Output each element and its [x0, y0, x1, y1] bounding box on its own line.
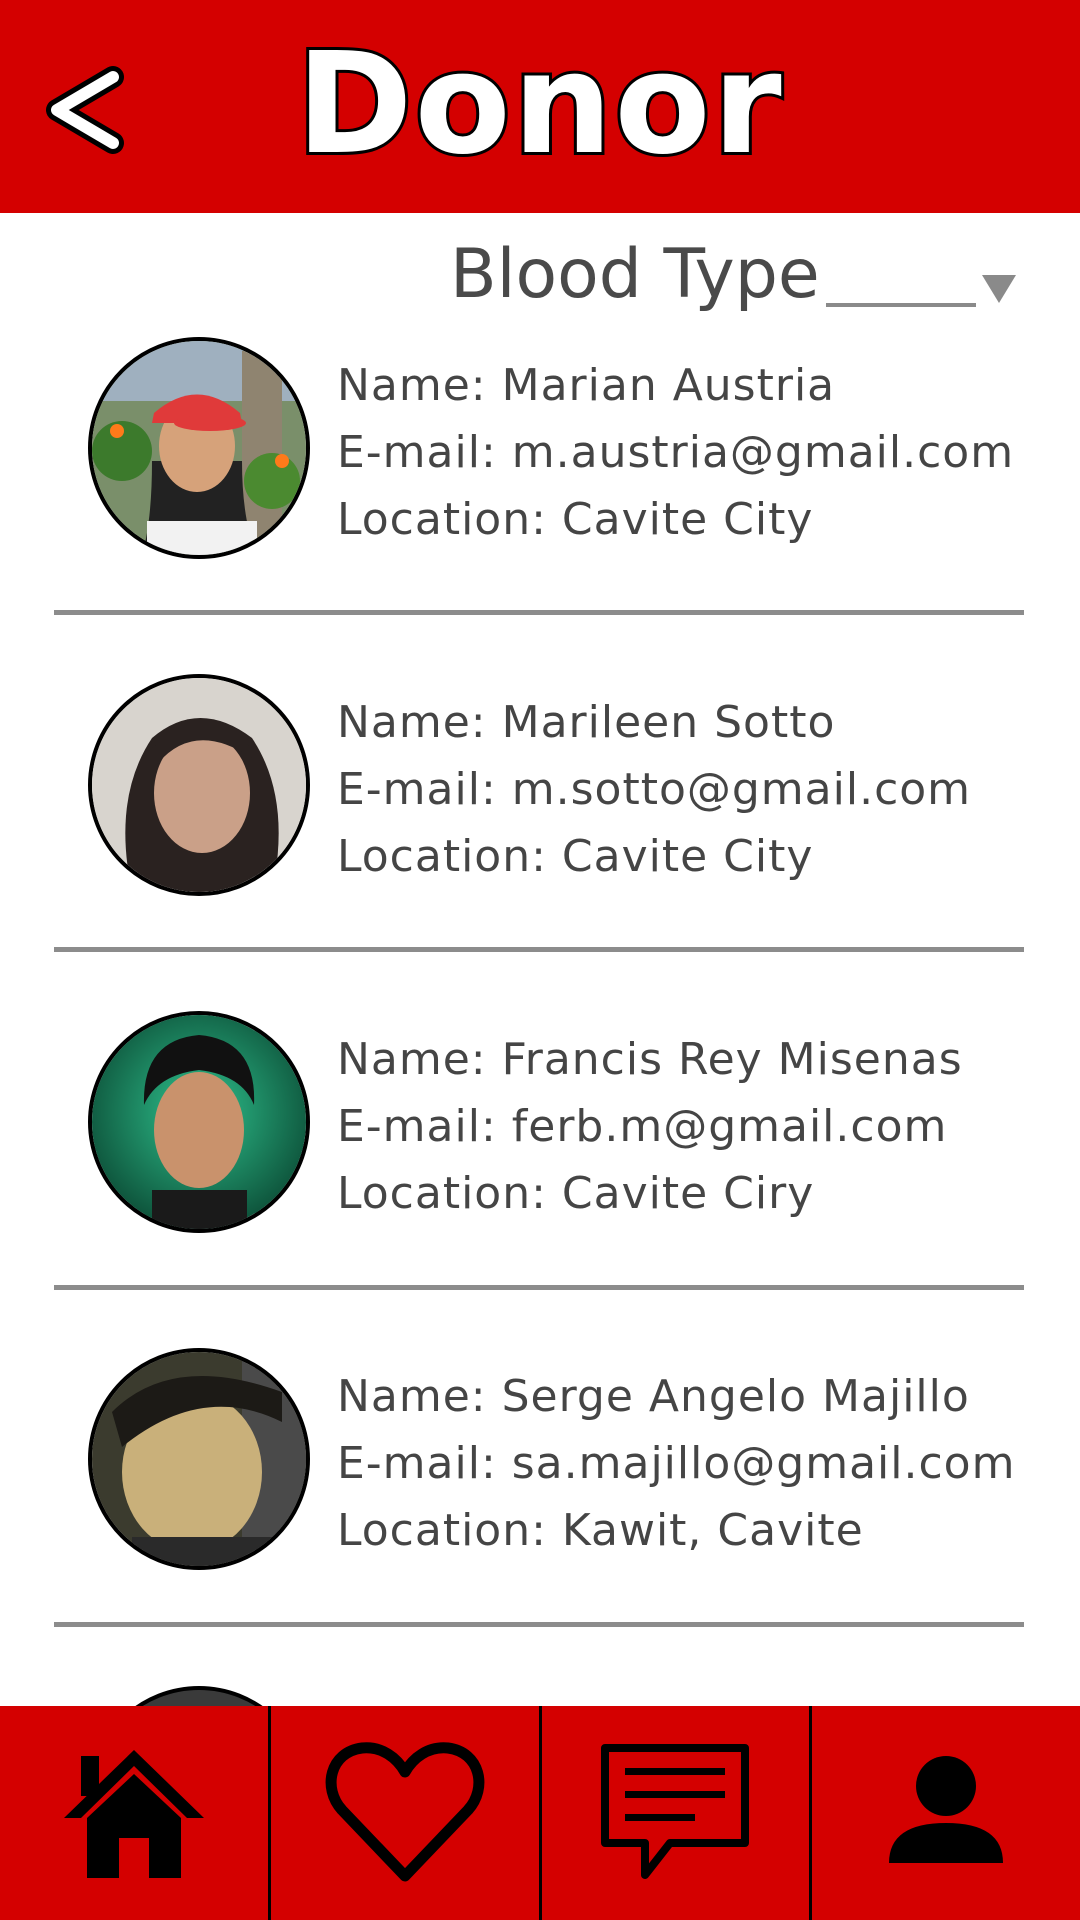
- donor-name: Name: Francis Rey Misenas: [337, 1034, 963, 1085]
- page-title: Donor: [293, 23, 784, 186]
- row-divider: [54, 1622, 1024, 1627]
- avatar: [88, 337, 310, 559]
- row-divider: [54, 947, 1024, 952]
- heart-icon: [325, 1742, 484, 1882]
- nav-profile[interactable]: [809, 1706, 1080, 1920]
- donor-email: E-mail: m.austria@gmail.com: [337, 427, 1015, 478]
- row-divider: [54, 610, 1024, 615]
- donor-card[interactable]: Name: Serge Angelo Majillo E-mail: sa.ma…: [0, 1346, 1080, 1626]
- donor-location: Location: Cavite City: [337, 494, 814, 545]
- donor-email: E-mail: m.sotto@gmail.com: [337, 764, 972, 815]
- donor-location: Location: Cavite Ciry: [337, 1168, 815, 1219]
- avatar: [88, 1011, 310, 1233]
- nav-favorites[interactable]: [267, 1706, 539, 1920]
- avatar: [88, 674, 310, 896]
- blood-type-label: Blood Type: [450, 235, 820, 314]
- donor-location: Location: Kawit, Cavite: [337, 1505, 864, 1556]
- avatar: [88, 1348, 310, 1570]
- row-divider: [54, 1285, 1024, 1290]
- donor-location: Location: Cavite City: [337, 831, 814, 882]
- bottom-navigation: [0, 1706, 1080, 1920]
- donor-info: Name: Marian Austria E-mail: m.austria@g…: [337, 352, 1077, 553]
- donor-name: Name: Marileen Sotto: [337, 697, 836, 748]
- donor-email: E-mail: sa.majillo@gmail.com: [337, 1438, 1016, 1489]
- donor-email: E-mail: ferb.m@gmail.com: [337, 1101, 948, 1152]
- nav-messages[interactable]: [538, 1706, 810, 1920]
- donor-card[interactable]: Name: Marian Austria E-mail: m.austria@g…: [0, 335, 1080, 615]
- donor-card[interactable]: Name: Francis Rey Misenas E-mail: ferb.m…: [0, 1009, 1080, 1289]
- chat-icon: [601, 1744, 750, 1879]
- profile-icon: [889, 1756, 1004, 1863]
- donor-name: Name: Marian Austria: [337, 360, 836, 411]
- donor-name: Name: Serge Angelo Majillo: [337, 1371, 970, 1422]
- blood-type-select-underline: [825, 303, 976, 307]
- app-header: Donor: [0, 0, 1080, 213]
- triangle-down-icon[interactable]: [980, 273, 1018, 305]
- nav-home[interactable]: [0, 1706, 268, 1920]
- donor-card[interactable]: Name: Marileen Sotto E-mail: m.sotto@gma…: [0, 672, 1080, 952]
- donor-info: Name: Marileen Sotto E-mail: m.sotto@gma…: [337, 689, 1077, 890]
- blood-type-filter[interactable]: Blood Type: [450, 225, 1030, 315]
- donor-info: Name: Serge Angelo Majillo E-mail: sa.ma…: [337, 1363, 1077, 1564]
- home-icon: [63, 1750, 204, 1878]
- donor-info: Name: Francis Rey Misenas E-mail: ferb.m…: [337, 1026, 1077, 1227]
